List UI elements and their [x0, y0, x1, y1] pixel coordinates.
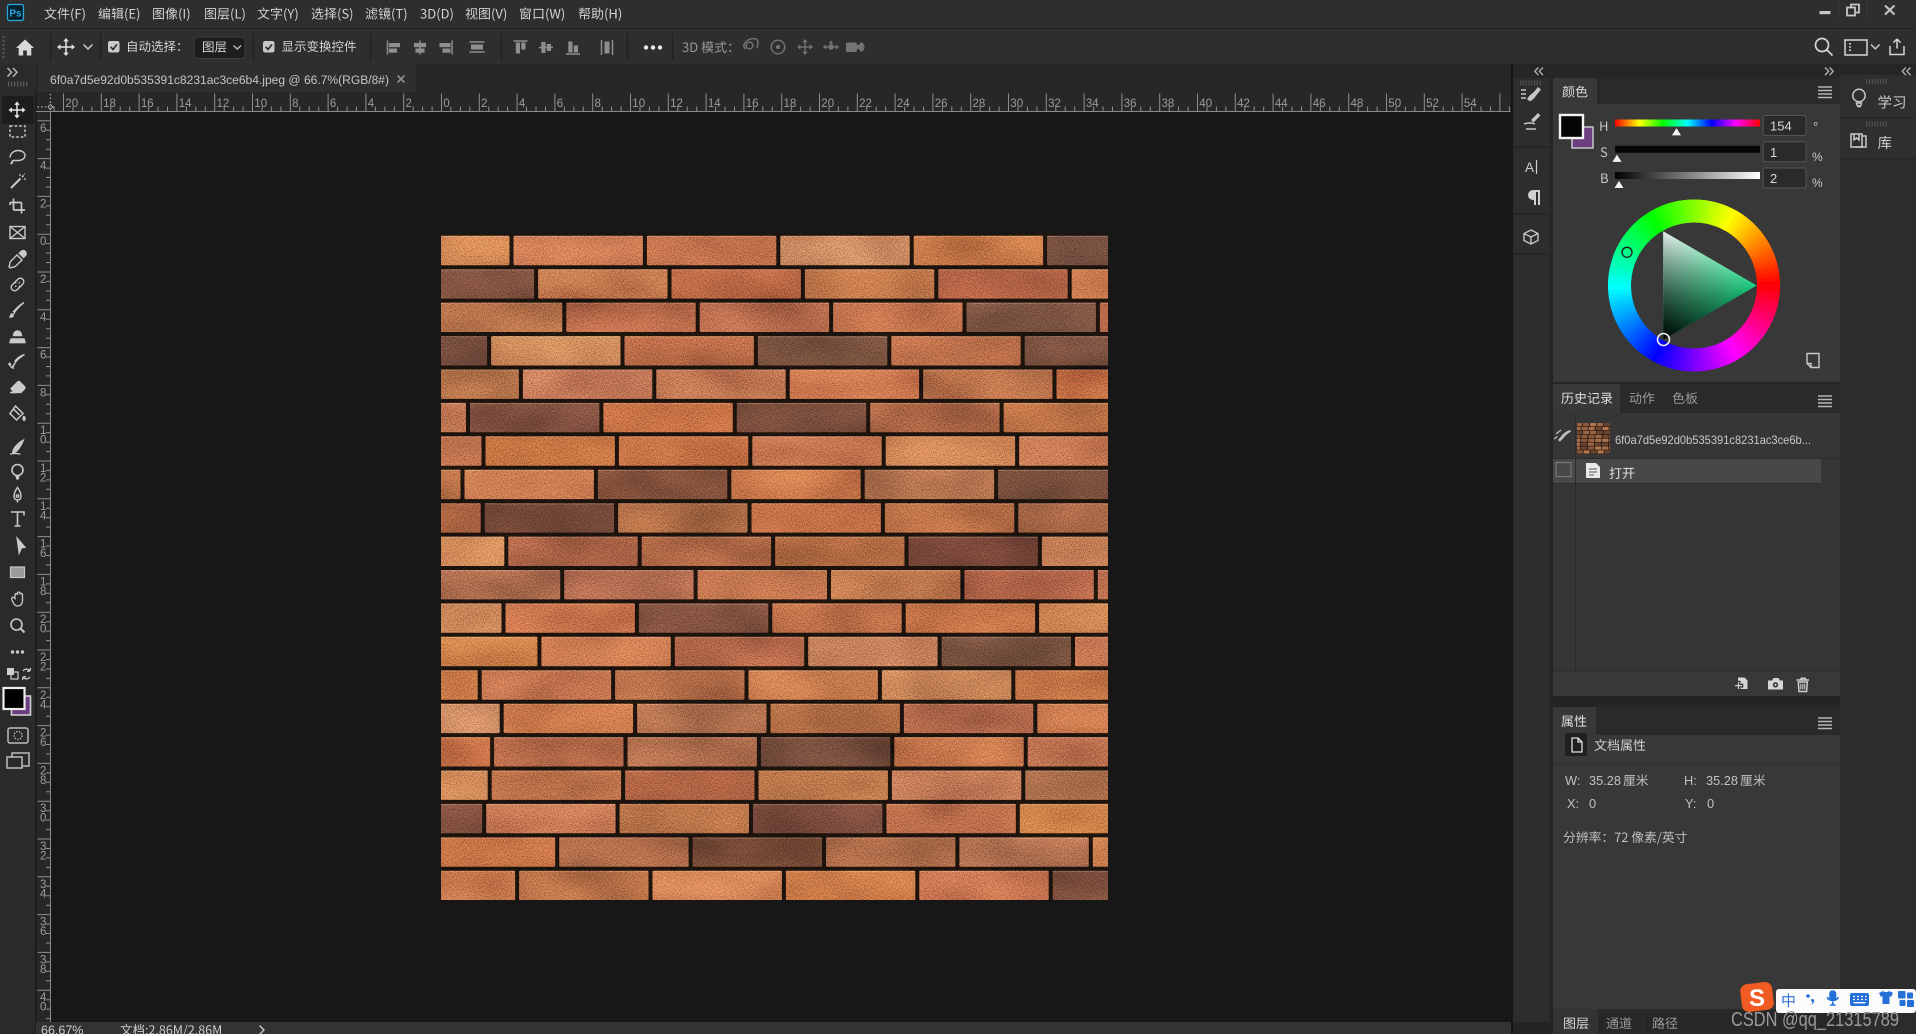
- svg-text:20: 20: [821, 98, 834, 110]
- svg-text:6f0a7d5e92d0b535391c8231ac3ce6: 6f0a7d5e92d0b535391c8231ac3ce6b4.jpeg @ …: [50, 73, 389, 87]
- svg-text:0: 0: [1707, 796, 1714, 811]
- svg-text:1: 1: [1770, 145, 1777, 160]
- svg-text:54: 54: [1464, 98, 1477, 110]
- svg-text:66.67%: 66.67%: [41, 1024, 83, 1034]
- svg-text:24: 24: [897, 98, 910, 110]
- svg-text:6: 6: [40, 926, 46, 938]
- svg-text:8: 8: [40, 586, 46, 598]
- svg-text:4: 4: [40, 888, 47, 900]
- svg-text:10: 10: [254, 98, 267, 110]
- svg-text:8: 8: [40, 387, 46, 399]
- svg-text:38: 38: [1162, 98, 1175, 110]
- svg-text:0: 0: [40, 435, 46, 447]
- svg-text:0: 0: [40, 813, 46, 825]
- svg-text:X:: X:: [1567, 796, 1579, 811]
- svg-text:32: 32: [1048, 98, 1061, 110]
- svg-text:0: 0: [40, 1002, 46, 1014]
- svg-text:°: °: [1813, 119, 1818, 134]
- svg-text:34: 34: [1086, 98, 1099, 110]
- svg-text:4: 4: [40, 699, 47, 711]
- svg-text:W:: W:: [1565, 773, 1580, 788]
- svg-text:44: 44: [1275, 98, 1288, 110]
- svg-text:35.28: 35.28: [1589, 773, 1621, 788]
- svg-text:4: 4: [519, 98, 526, 110]
- svg-text:8: 8: [292, 98, 298, 110]
- svg-text:%: %: [1812, 150, 1823, 164]
- svg-text:48: 48: [1351, 98, 1364, 110]
- svg-text:35.28: 35.28: [1706, 773, 1738, 788]
- svg-text:2: 2: [1770, 171, 1777, 186]
- svg-text:46: 46: [1313, 98, 1326, 110]
- svg-text:18: 18: [784, 98, 797, 110]
- svg-text:0: 0: [1589, 796, 1596, 811]
- svg-text:6: 6: [40, 123, 46, 135]
- svg-text:52: 52: [1426, 98, 1439, 110]
- svg-text:Y:: Y:: [1685, 796, 1696, 811]
- svg-text:A: A: [1525, 160, 1534, 175]
- svg-text:12: 12: [670, 98, 683, 110]
- svg-text:8: 8: [40, 775, 46, 787]
- svg-text:6f0a7d5e92d0b535391c8231ac3ce6: 6f0a7d5e92d0b535391c8231ac3ce6b...: [1615, 433, 1811, 447]
- svg-text:26: 26: [935, 98, 948, 110]
- svg-text:6: 6: [40, 737, 46, 749]
- svg-text:4: 4: [40, 312, 47, 324]
- svg-text:40: 40: [1199, 98, 1212, 110]
- svg-text:4: 4: [368, 98, 375, 110]
- svg-text:42: 42: [1237, 98, 1250, 110]
- svg-text:22: 22: [859, 98, 872, 110]
- svg-text:8: 8: [40, 964, 46, 976]
- svg-text:0: 0: [40, 236, 46, 248]
- svg-text:6: 6: [330, 98, 336, 110]
- svg-text:16: 16: [141, 98, 154, 110]
- svg-text:50: 50: [1388, 98, 1401, 110]
- svg-text:18: 18: [103, 98, 116, 110]
- svg-text:154: 154: [1770, 119, 1792, 134]
- svg-text:8: 8: [595, 98, 601, 110]
- svg-text:16: 16: [746, 98, 759, 110]
- svg-text:14: 14: [179, 98, 192, 110]
- svg-text:2: 2: [40, 662, 46, 674]
- svg-text:2: 2: [481, 98, 487, 110]
- svg-text:4: 4: [40, 510, 47, 522]
- svg-text:36: 36: [1124, 98, 1137, 110]
- svg-text:0: 0: [40, 624, 46, 636]
- svg-text:2: 2: [40, 198, 46, 210]
- svg-text:6: 6: [40, 548, 46, 560]
- svg-text:H:: H:: [1684, 773, 1697, 788]
- svg-text:14: 14: [708, 98, 721, 110]
- svg-text:CSDN @qq_21315789: CSDN @qq_21315789: [1731, 1008, 1899, 1031]
- svg-text:28: 28: [973, 98, 986, 110]
- svg-text:30: 30: [1010, 98, 1023, 110]
- svg-text:2: 2: [40, 274, 46, 286]
- svg-text:10: 10: [632, 98, 645, 110]
- svg-text:4: 4: [40, 161, 47, 173]
- svg-text:0: 0: [443, 98, 449, 110]
- svg-text:%: %: [1812, 176, 1823, 190]
- svg-text:2: 2: [40, 473, 46, 485]
- svg-text:12: 12: [217, 98, 230, 110]
- svg-text:6: 6: [557, 98, 563, 110]
- svg-text:Ps: Ps: [9, 9, 22, 20]
- svg-text:20: 20: [65, 98, 78, 110]
- svg-text:2: 2: [406, 98, 412, 110]
- svg-text:6: 6: [40, 350, 46, 362]
- svg-text:2: 2: [40, 851, 46, 863]
